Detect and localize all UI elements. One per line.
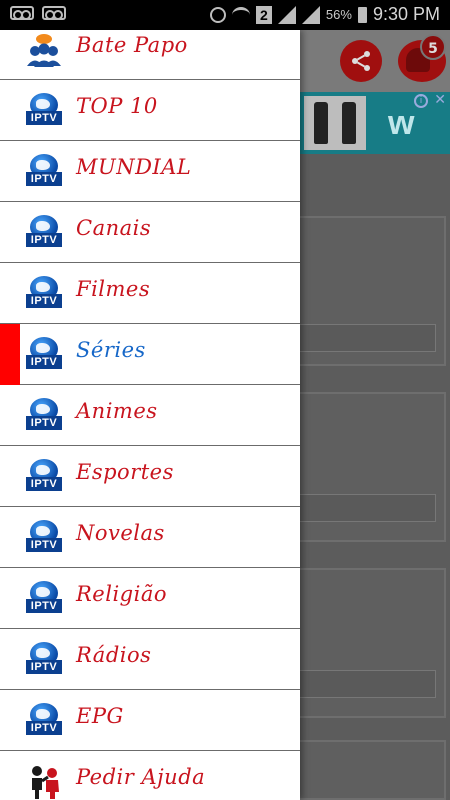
- menu-item-label: Animes: [76, 399, 158, 423]
- menu-item-label: Séries: [76, 338, 146, 362]
- ad-banner[interactable]: w i ✕: [300, 92, 450, 154]
- wifi-icon: [231, 6, 250, 23]
- menu-item-label: EPG: [76, 704, 124, 728]
- menu-item-label: Filmes: [76, 277, 151, 301]
- ad-bottle: [314, 102, 328, 144]
- menu-item-label: Pedir Ajuda: [76, 765, 206, 789]
- menu-item-label: Novelas: [76, 521, 165, 545]
- iptv-globe-icon: IPTV: [26, 93, 62, 129]
- menu-item-top-10[interactable]: IPTV TOP 10: [0, 80, 300, 141]
- help-people-icon: [26, 764, 62, 800]
- menu-item-filmes[interactable]: IPTV Filmes: [0, 263, 300, 324]
- status-bar: 2 56% 9:30 PM: [0, 0, 450, 30]
- iptv-globe-icon: IPTV: [26, 337, 62, 373]
- iptv-globe-icon: IPTV: [26, 398, 62, 434]
- iptv-globe-icon: IPTV: [26, 581, 62, 617]
- notification-badge: 5: [420, 34, 446, 60]
- voicemail-icon: [10, 6, 34, 20]
- menu-item-label: Canais: [76, 216, 152, 240]
- menu-item-canais[interactable]: IPTV Canais: [0, 202, 300, 263]
- menu-item-label: Bate Papo: [76, 33, 188, 57]
- share-icon: [352, 51, 370, 71]
- navigation-drawer: Bate Papo IPTV TOP 10 IPTV MUNDIAL IPTV …: [0, 30, 300, 800]
- menu-item-novelas[interactable]: IPTV Novelas: [0, 507, 300, 568]
- menu-item-label: Esportes: [76, 460, 174, 484]
- menu-item-religiao[interactable]: IPTV Religião: [0, 568, 300, 629]
- clock: 9:30 PM: [372, 4, 440, 24]
- menu-item-radios[interactable]: IPTV Rádios: [0, 629, 300, 690]
- iptv-globe-icon: IPTV: [26, 215, 62, 251]
- menu-item-epg[interactable]: IPTV EPG: [0, 690, 300, 751]
- iptv-globe-icon: IPTV: [26, 520, 62, 556]
- ad-info-icon[interactable]: i: [414, 94, 428, 108]
- menu-item-label: MUNDIAL: [76, 155, 192, 179]
- iptv-globe-icon: IPTV: [26, 459, 62, 495]
- ad-close-icon[interactable]: ✕: [434, 92, 446, 108]
- iptv-globe-icon: IPTV: [26, 642, 62, 678]
- menu-item-pedir-ajuda[interactable]: Pedir Ajuda: [0, 751, 300, 800]
- chat-group-icon: [26, 32, 62, 68]
- menu-item-bate-papo[interactable]: Bate Papo: [0, 30, 300, 80]
- iptv-globe-icon: IPTV: [26, 703, 62, 739]
- sim-icon: 2: [255, 5, 272, 24]
- menu-item-series[interactable]: IPTV Séries: [0, 324, 300, 385]
- share-button[interactable]: [340, 40, 382, 82]
- signal-icon: [277, 5, 296, 24]
- ad-bottle: [342, 102, 356, 144]
- alarm-icon: [209, 6, 226, 23]
- signal-icon: [301, 5, 320, 24]
- ad-product-image: [304, 96, 366, 150]
- iptv-globe-icon: IPTV: [26, 154, 62, 190]
- iptv-globe-icon: IPTV: [26, 276, 62, 312]
- menu-item-label: TOP 10: [76, 94, 158, 118]
- menu-item-label: Rádios: [76, 643, 152, 667]
- menu-item-animes[interactable]: IPTV Animes: [0, 385, 300, 446]
- voicemail-icon: [42, 6, 66, 20]
- menu-item-label: Religião: [76, 582, 167, 606]
- menu-item-esportes[interactable]: IPTV Esportes: [0, 446, 300, 507]
- battery-icon: [357, 6, 367, 23]
- menu-item-mundial[interactable]: IPTV MUNDIAL: [0, 141, 300, 202]
- battery-percent: 56%: [325, 7, 352, 22]
- ad-logo: w: [388, 104, 415, 142]
